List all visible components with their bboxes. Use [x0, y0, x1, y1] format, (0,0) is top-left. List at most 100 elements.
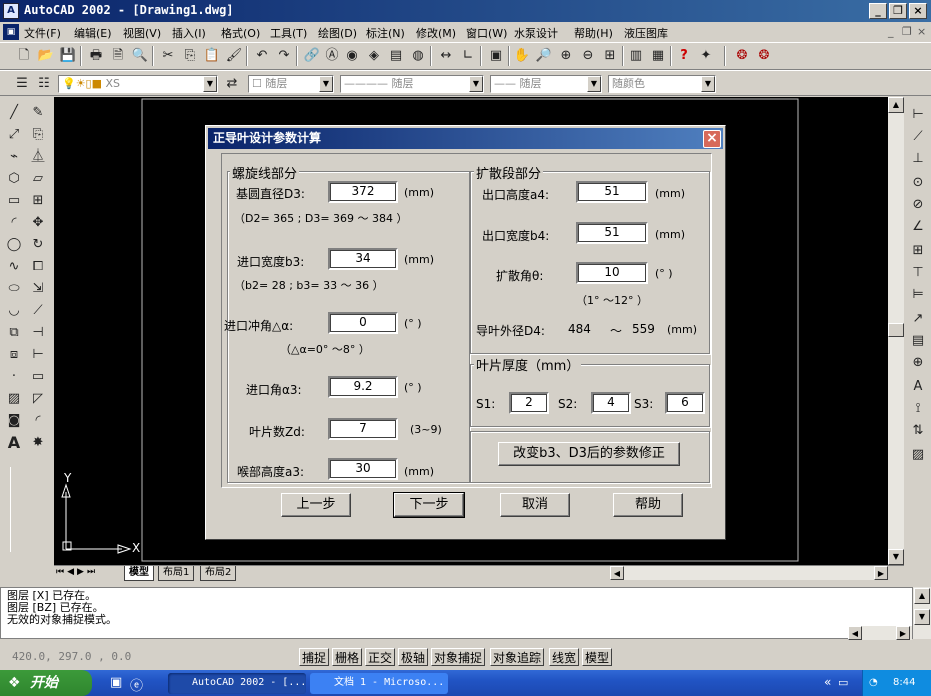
distance-icon[interactable]: ↔ — [436, 46, 456, 66]
a4-input[interactable]: 51 — [576, 181, 648, 203]
circle-icon[interactable]: ◯ — [4, 235, 24, 255]
otrack-toggle[interactable]: 对象追踪 — [490, 648, 545, 666]
baseline-dimension-icon[interactable]: ⊤ — [908, 263, 928, 283]
document-menu-icon[interactable]: ▣ — [3, 24, 19, 40]
diffusion-angle-input[interactable]: 10 — [576, 262, 648, 284]
diameter-dimension-icon[interactable]: ⊘ — [908, 195, 928, 215]
radius-dimension-icon[interactable]: ⊙ — [908, 173, 928, 193]
quick-dimension-icon[interactable]: ⊞ — [908, 241, 928, 261]
new-file-icon[interactable]: 🗋 — [14, 46, 34, 66]
doc-restore-icon[interactable]: ❐ — [902, 25, 912, 38]
tab-model[interactable]: 模型 — [124, 566, 154, 581]
hatch-icon[interactable]: ▨ — [4, 389, 24, 409]
arc-icon[interactable]: ◜ — [4, 213, 24, 233]
move-icon[interactable]: ✥ — [28, 213, 48, 233]
erase-icon[interactable]: ✎ — [28, 103, 48, 123]
menu-edit[interactable]: 编辑(E) — [74, 25, 112, 41]
lineweight-toggle[interactable]: 线宽 — [549, 648, 580, 666]
offset-icon[interactable]: ⏥ — [28, 169, 48, 189]
named-views-icon[interactable]: ▥ — [626, 46, 646, 66]
autodesk-point-a-icon[interactable]: Ⓐ — [322, 46, 342, 66]
ellipse-icon[interactable]: ⬭ — [4, 279, 24, 299]
lengthen-icon[interactable]: ⟋ — [28, 301, 48, 321]
command-scrollbar[interactable]: ▲ ▼ — [913, 587, 931, 639]
previous-step-button[interactable]: 上一步 — [281, 493, 351, 517]
tray-network-icon[interactable]: ▭ — [838, 676, 848, 689]
tolerance-icon[interactable]: ▤ — [908, 331, 928, 351]
chevron-down-icon[interactable]: ▼ — [319, 76, 333, 92]
coordinate-readout[interactable]: 420.0, 297.0 , 0.0 — [4, 649, 294, 665]
doc-close-icon[interactable]: × — [917, 25, 926, 38]
menu-insert[interactable]: 插入(I) — [172, 25, 206, 41]
aligned-dimension-icon[interactable]: ⟋ — [908, 127, 928, 147]
model-toggle[interactable]: 模型 — [582, 648, 613, 666]
angular-dimension-icon[interactable]: ∠ — [908, 217, 928, 237]
menu-draw[interactable]: 绘图(D) — [318, 25, 357, 41]
continue-dimension-icon[interactable]: ⊨ — [908, 285, 928, 305]
command-hscroll[interactable]: ◀ ▶ — [848, 626, 912, 640]
quicklaunch-ie-icon[interactable]: ⓔ — [130, 675, 143, 694]
dimension-edit-icon[interactable]: A — [908, 377, 928, 397]
attack-angle-input[interactable]: 0 — [328, 312, 398, 334]
chevron-down-icon[interactable]: ▼ — [587, 76, 601, 92]
chevron-down-icon[interactable]: ▼ — [701, 76, 715, 92]
minimize-button[interactable]: _ — [869, 3, 887, 19]
alpha3-input[interactable]: 9.2 — [328, 376, 398, 398]
menu-file[interactable]: 文件(F) — [24, 25, 61, 41]
make-object-layer-current-icon[interactable]: ⇄ — [222, 74, 242, 94]
scroll-down-icon[interactable]: ▼ — [914, 609, 930, 625]
rectangle-icon[interactable]: ▭ — [4, 191, 24, 211]
scroll-right-icon[interactable]: ▶ — [896, 626, 910, 640]
start-button[interactable]: ❖ 开始 — [0, 670, 92, 696]
scroll-up-icon[interactable]: ▲ — [888, 97, 904, 113]
plugin-icon-2[interactable]: ❂ — [754, 46, 774, 66]
insert-block-icon[interactable]: ⧉ — [4, 323, 24, 343]
find-icon[interactable]: 🔍 — [130, 46, 150, 66]
menu-pump-design[interactable]: 水泵设计 — [514, 25, 558, 41]
tray-arrow-icon[interactable]: « — [824, 675, 831, 689]
dbconnect-icon[interactable]: ◍ — [408, 46, 428, 66]
dimension-update-icon[interactable]: ⇅ — [908, 421, 928, 441]
ordinate-dimension-icon[interactable]: ⊥ — [908, 149, 928, 169]
properties-icon[interactable]: ▤ — [386, 46, 406, 66]
close-window-button[interactable]: × — [909, 3, 927, 19]
ucs-icon[interactable]: ∟ — [458, 46, 478, 66]
center-mark-icon[interactable]: ⊕ — [908, 353, 928, 373]
menu-view[interactable]: 视图(V) — [123, 25, 161, 41]
layer-previous-icon[interactable]: ☷ — [34, 74, 54, 94]
autocad-app-icon[interactable]: A — [3, 3, 19, 19]
paste-icon[interactable]: 📋 — [202, 46, 222, 66]
s1-input[interactable]: 2 — [509, 392, 549, 414]
extend-icon[interactable]: ⊢ — [28, 345, 48, 365]
print-icon[interactable]: 🖶 — [86, 46, 106, 66]
doc-minimize-icon[interactable]: _ — [888, 25, 894, 38]
chevron-down-icon[interactable]: ▼ — [203, 76, 217, 92]
grid-toggle[interactable]: 栅格 — [332, 648, 363, 666]
scroll-up-icon[interactable]: ▲ — [914, 588, 930, 604]
print-preview-icon[interactable]: 🗎 — [108, 46, 128, 66]
redraw-icon[interactable]: ▣ — [486, 46, 506, 66]
color-combo[interactable]: ☐ 随层 ▼ — [248, 75, 334, 93]
cut-icon[interactable]: ✂ — [158, 46, 178, 66]
dimension-style-icon[interactable]: ▨ — [908, 445, 928, 465]
layer-tools-icon[interactable]: ▦ — [648, 46, 668, 66]
copy-object-icon[interactable]: ⎘ — [28, 125, 48, 145]
trim-icon[interactable]: ⊣ — [28, 323, 48, 343]
help-icon[interactable]: ? — [674, 46, 694, 66]
line-icon[interactable]: ╱ — [4, 103, 24, 123]
menu-format[interactable]: 格式(O) — [221, 25, 260, 41]
tab-layout1[interactable]: 布局1 — [158, 566, 195, 581]
s2-input[interactable]: 4 — [591, 392, 631, 414]
horizontal-scroll-track[interactable] — [624, 566, 874, 580]
cancel-button[interactable]: 取消 — [500, 493, 570, 517]
maximize-button[interactable]: ❐ — [889, 3, 907, 19]
ortho-toggle[interactable]: 正交 — [365, 648, 396, 666]
help-button[interactable]: 帮助 — [613, 493, 683, 517]
scroll-left-icon[interactable]: ◀ — [610, 566, 624, 580]
menu-hydraulic-library[interactable]: 液压图库 — [624, 25, 668, 41]
clock[interactable]: 8:44 — [893, 670, 915, 696]
stretch-icon[interactable]: ⇲ — [28, 279, 48, 299]
spline-icon[interactable]: ∿ — [4, 257, 24, 277]
plotstyle-combo[interactable]: 随颜色 ▼ — [608, 75, 716, 93]
layers-manager-icon[interactable]: ☰ — [12, 74, 32, 94]
